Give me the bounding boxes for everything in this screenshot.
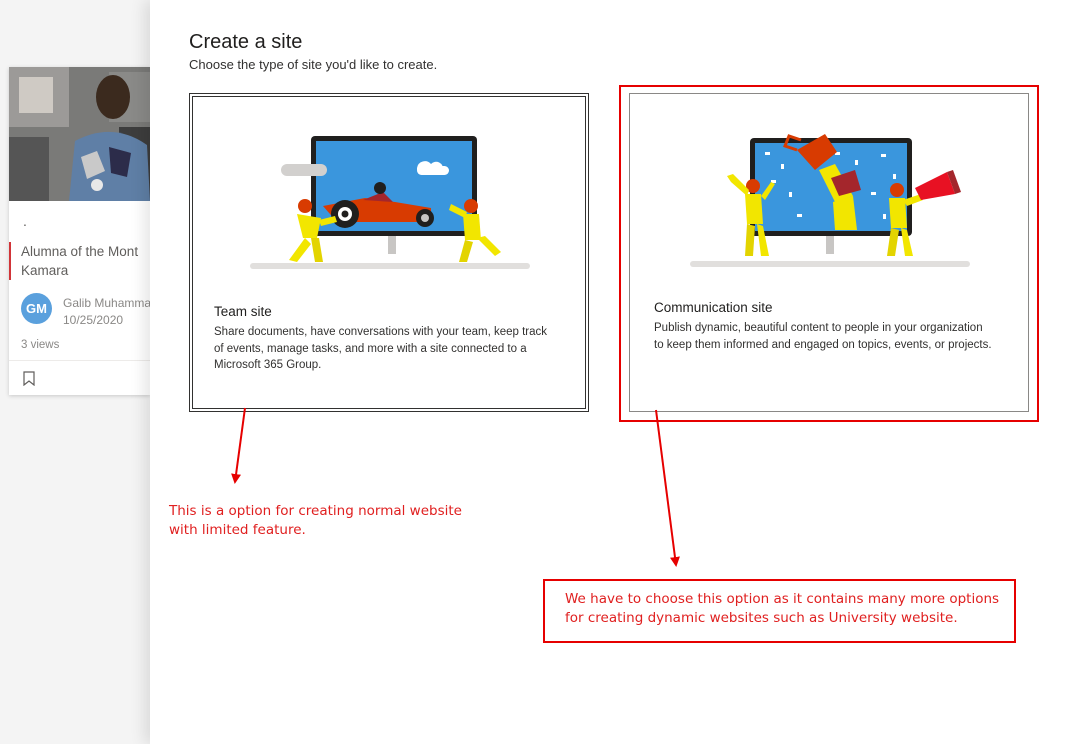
background-page: . Alumna of the Mont Kamara GM Galib Muh… bbox=[0, 0, 150, 744]
news-views: 3 views bbox=[21, 339, 60, 351]
team-site-title: Team site bbox=[214, 304, 272, 319]
avatar: GM bbox=[21, 293, 52, 324]
bookmark-icon[interactable] bbox=[23, 371, 35, 386]
team-annotation-line1: This is a option for creating normal web… bbox=[169, 503, 462, 519]
news-photo bbox=[9, 67, 150, 201]
team-site-option[interactable]: Team site Share documents, have conversa… bbox=[189, 93, 589, 412]
news-card[interactable]: . Alumna of the Mont Kamara GM Galib Muh… bbox=[9, 67, 150, 395]
communication-site-highlight-frame bbox=[619, 85, 1039, 422]
comm-annotation-line2: for creating dynamic websites such as Un… bbox=[565, 610, 958, 626]
news-title-line2: Kamara bbox=[21, 263, 69, 278]
news-title-line1: Alumna of the Mont bbox=[21, 244, 139, 259]
news-separator: . bbox=[23, 213, 27, 229]
comm-annotation-line1: We have to choose this option as it cont… bbox=[565, 591, 1000, 607]
team-site-illustration bbox=[250, 136, 530, 269]
panel-subtitle: Choose the type of site you'd like to cr… bbox=[189, 57, 438, 72]
news-author: Galib Muhamma bbox=[63, 296, 150, 310]
team-annotation-line2: with limited feature. bbox=[169, 522, 306, 538]
news-date: 10/25/2020 bbox=[63, 313, 124, 327]
team-site-description: Share documents, have conversations with… bbox=[214, 326, 548, 371]
communication-site-annotation: We have to choose this option as it cont… bbox=[565, 590, 999, 628]
panel-title: Create a site bbox=[189, 31, 303, 53]
team-site-annotation: This is a option for creating normal web… bbox=[169, 502, 462, 540]
card-divider bbox=[9, 360, 150, 361]
news-accent-bar bbox=[9, 242, 11, 280]
news-title[interactable]: Alumna of the Mont Kamara bbox=[21, 242, 150, 280]
